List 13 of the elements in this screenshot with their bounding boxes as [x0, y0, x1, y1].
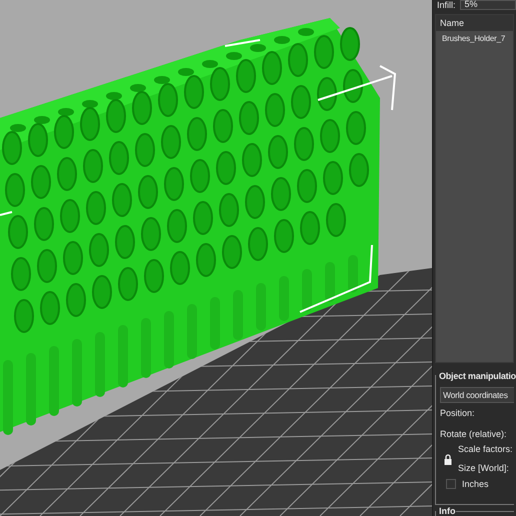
inches-checkbox[interactable] [446, 479, 456, 490]
coordinates-dropdown[interactable]: World coordinates [440, 387, 514, 404]
size-label: Size [World]: [458, 464, 510, 474]
group-title: Info [436, 507, 456, 516]
lock-icon[interactable] [444, 454, 452, 465]
inches-label: Inches [462, 480, 489, 489]
rotate-label: Rotate (relative): [439, 430, 508, 440]
object-list-row[interactable]: Brushes_Holder_7 [436, 31, 513, 47]
infill-label: Infill: [437, 0, 456, 10]
position-label: Position: [439, 409, 476, 418]
infill-dropdown[interactable]: 5% [460, 0, 516, 10]
group-title: Object manipulatio [436, 372, 516, 382]
scale-factors-label: Scale factors: [458, 445, 513, 454]
